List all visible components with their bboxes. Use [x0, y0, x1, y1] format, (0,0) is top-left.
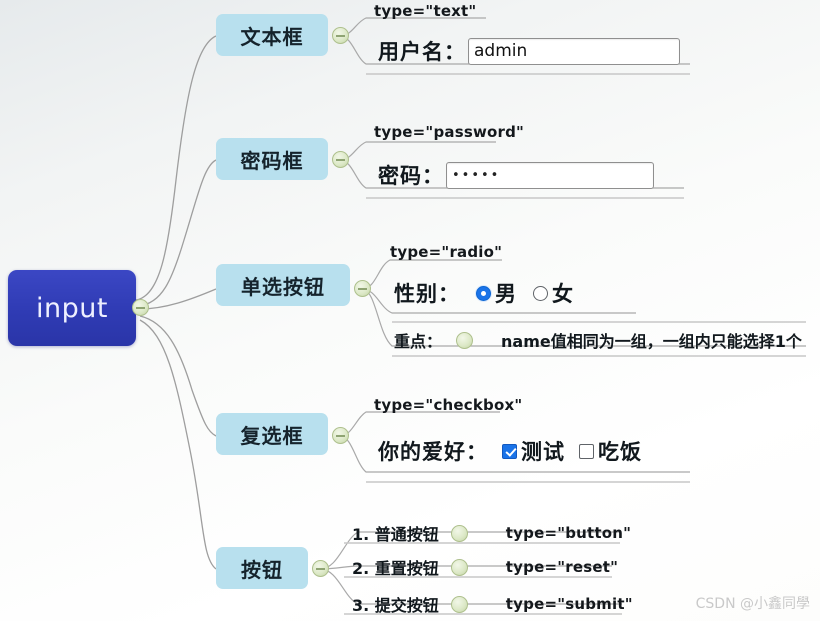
- leaf-type-checkbox: type="checkbox": [374, 396, 522, 414]
- button-reset-label: 2. 重置按钮: [352, 559, 439, 578]
- type-checkbox-code: type="checkbox": [374, 396, 523, 414]
- button-submit-type-code: type="submit": [505, 595, 633, 613]
- leaf-type-password: type="password": [374, 123, 524, 141]
- leaf-type-radio: type="radio": [390, 243, 502, 261]
- branch-toggle-radio-icon[interactable]: [354, 280, 371, 297]
- branch-toggle-password-icon[interactable]: [332, 151, 349, 168]
- mindmap-canvas: input 文本框 密码框 单选按钮 复选框 按钮 type="text" 用户…: [0, 0, 820, 621]
- password-input[interactable]: •••••: [446, 161, 654, 189]
- branch-label-checkbox: 复选框: [240, 423, 304, 448]
- radio-option-male[interactable]: 男: [476, 278, 517, 308]
- branch-label-radio: 单选按钮: [241, 274, 325, 299]
- radio-female-icon[interactable]: [533, 285, 548, 301]
- leaf-button-submit: 3. 提交按钮 type="submit": [352, 592, 633, 616]
- button-submit-label: 3. 提交按钮: [352, 596, 439, 615]
- radio-female-label: 女: [552, 282, 574, 306]
- radio-option-female[interactable]: 女: [533, 278, 574, 308]
- branch-label-password: 密码框: [240, 148, 304, 173]
- checkbox-option-test[interactable]: 测试: [502, 436, 565, 466]
- branch-toggle-checkbox-icon[interactable]: [332, 427, 349, 444]
- root-node-input[interactable]: input: [8, 270, 136, 346]
- leaf-hobby-demo: 你的爱好： 测试 吃饭: [378, 436, 642, 466]
- leaf-radio-note: 重点： name值相同为一组，一组内只能选择1个: [394, 328, 802, 352]
- leaf-gender-demo: 性别： 男 女: [394, 278, 574, 308]
- root-node-label: input: [36, 292, 108, 324]
- radio-male-icon[interactable]: [476, 285, 491, 301]
- leaf-button-normal: 1. 普通按钮 type="button": [352, 521, 631, 545]
- password-input-value: •••••: [452, 167, 501, 183]
- username-input-value: admin: [474, 41, 528, 61]
- leaf-type-text: type="text": [374, 2, 476, 20]
- gender-field-label: 性别：: [394, 282, 460, 306]
- branch-label-textbox: 文本框: [240, 24, 304, 49]
- type-radio-code: type="radio": [390, 243, 503, 261]
- branch-node-button[interactable]: 按钮: [216, 547, 308, 589]
- branch-node-textbox[interactable]: 文本框: [216, 14, 328, 56]
- type-password-code: type="password": [374, 123, 525, 141]
- radio-note-toggle-icon[interactable]: [456, 331, 474, 349]
- radio-note-label: 重点：: [394, 332, 443, 351]
- checkbox-test-label: 测试: [521, 440, 565, 464]
- checkbox-eat-icon[interactable]: [579, 443, 594, 459]
- branch-node-password[interactable]: 密码框: [216, 138, 328, 180]
- watermark: CSDN @小鑫同學: [695, 596, 810, 612]
- username-input[interactable]: admin: [468, 37, 680, 65]
- username-field-label: 用户名：: [378, 40, 466, 64]
- hobby-field-label: 你的爱好：: [378, 440, 488, 464]
- radio-male-label: 男: [495, 282, 517, 306]
- button-normal-label: 1. 普通按钮: [352, 525, 439, 544]
- branch-toggle-textbox-icon[interactable]: [332, 27, 349, 44]
- type-text-code: type="text": [374, 2, 477, 20]
- branch-node-checkbox[interactable]: 复选框: [216, 413, 328, 455]
- checkbox-eat-label: 吃饭: [598, 440, 642, 464]
- leaf-password-demo: 密码： •••••: [378, 160, 654, 190]
- button-normal-toggle-icon[interactable]: [450, 524, 468, 542]
- branch-label-button: 按钮: [241, 557, 283, 582]
- leaf-button-reset: 2. 重置按钮 type="reset": [352, 555, 618, 579]
- button-normal-type-code: type="button": [505, 524, 632, 542]
- radio-note-text: name值相同为一组，一组内只能选择1个: [501, 332, 802, 351]
- leaf-username-demo: 用户名： admin: [378, 36, 680, 66]
- checkbox-test-icon[interactable]: [502, 443, 517, 459]
- branch-toggle-button-icon[interactable]: [312, 560, 329, 577]
- button-reset-toggle-icon[interactable]: [450, 558, 468, 576]
- button-submit-toggle-icon[interactable]: [450, 595, 468, 613]
- branch-node-radio[interactable]: 单选按钮: [216, 264, 350, 306]
- password-field-label: 密码：: [378, 164, 444, 188]
- checkbox-option-eat[interactable]: 吃饭: [579, 436, 642, 466]
- button-reset-type-code: type="reset": [505, 558, 619, 576]
- root-collapse-toggle-icon[interactable]: [132, 299, 149, 316]
